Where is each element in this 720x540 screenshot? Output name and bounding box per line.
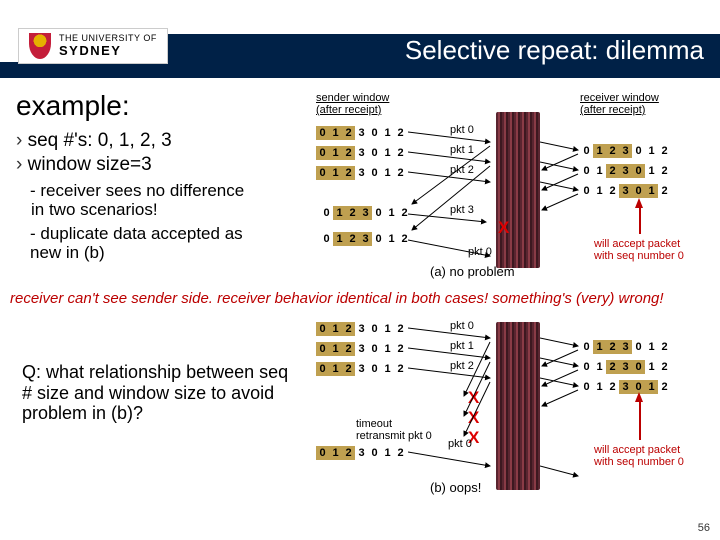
seqrow-b-s3: 0123012 (316, 446, 407, 460)
pkt0-a: pkt 0 (450, 124, 474, 136)
arrow-a-stem (639, 206, 641, 234)
bullet-seqnums: seq #'s: 0, 1, 2, 3 (16, 130, 316, 152)
sender-window-label: sender window(after receipt) (316, 92, 389, 116)
shield-icon (29, 33, 51, 59)
pkt3-a: pkt 3 (450, 204, 474, 216)
university-logo: THE UNIVERSITY OF SYDNEY (18, 28, 168, 64)
seqrow-a-s4: 0123012 (320, 232, 411, 246)
logo-text: THE UNIVERSITY OF SYDNEY (59, 34, 157, 58)
arrow-a-head (635, 198, 643, 208)
slide-number: 56 (698, 522, 710, 534)
question-block: Q: what relationship between seq # size … (22, 362, 292, 424)
accept-note-a: will accept packetwith seq number 0 (594, 238, 694, 262)
seqrow-a-r1: 0123012 (580, 144, 671, 158)
seqrow-a-s2: 0123012 (316, 166, 407, 180)
pkt0-b: pkt 0 (450, 320, 474, 332)
q-text: what relationship between seq # size and… (22, 362, 288, 423)
caption-a: (a) no problem (430, 264, 515, 279)
red-x-b2: X (468, 408, 479, 428)
seqrow-b-r1: 0123012 (580, 340, 671, 354)
page-title: Selective repeat: dilemma (405, 35, 704, 66)
barrier-b (496, 322, 540, 490)
slide-header: THE UNIVERSITY OF SYDNEY Selective repea… (0, 0, 720, 78)
seqrow-b-r2: 0123012 (580, 360, 671, 374)
seqrow-b-s1: 0123012 (316, 342, 407, 356)
pkt1-a: pkt 1 (450, 144, 474, 156)
seqrow-a-r2: 0123012 (580, 164, 671, 178)
seqrow-b-s2: 0123012 (316, 362, 407, 376)
bullet-winsize: window size=3 (16, 154, 316, 176)
accept-note-b: will accept packetwith seq number 0 (594, 444, 694, 468)
caption-b: (b) oops! (430, 480, 481, 495)
pkt0-a2: pkt 0 (468, 246, 492, 258)
pkt0-b2: pkt 0 (448, 438, 472, 450)
seqrow-a-s0: 0123012 (316, 126, 407, 140)
left-column: example: seq #'s: 0, 1, 2, 3 window size… (16, 90, 316, 263)
example-heading: example: (16, 90, 316, 122)
pkt1-b: pkt 1 (450, 340, 474, 352)
arrow-b-stem (639, 400, 641, 440)
pkt2-a: pkt 2 (450, 164, 474, 176)
seqrow-b-s0: 0123012 (316, 322, 407, 336)
sub-bullet-1: receiver sees no difference in two scena… (30, 182, 316, 219)
barrier-a (496, 112, 540, 268)
seqrow-a-s1: 0123012 (316, 146, 407, 160)
seqrow-b-r3: 0123012 (580, 380, 671, 394)
receiver-window-label: receiver window(after receipt) (580, 92, 659, 116)
sub-bullet-2: duplicate data accepted as new in (b) (30, 225, 316, 262)
warning-text: receiver can't see sender side. receiver… (10, 290, 710, 307)
q-prefix: Q: (22, 362, 41, 382)
logo-big: SYDNEY (59, 44, 157, 58)
seqrow-a-s3: 0123012 (320, 206, 411, 220)
red-x-a: X (498, 218, 509, 238)
arrow-b-head (635, 392, 643, 402)
red-x-b1: X (468, 388, 479, 408)
pkt2-b: pkt 2 (450, 360, 474, 372)
timeout-label: timeoutretransmit pkt 0 (356, 418, 432, 442)
seqrow-a-r3: 0123012 (580, 184, 671, 198)
